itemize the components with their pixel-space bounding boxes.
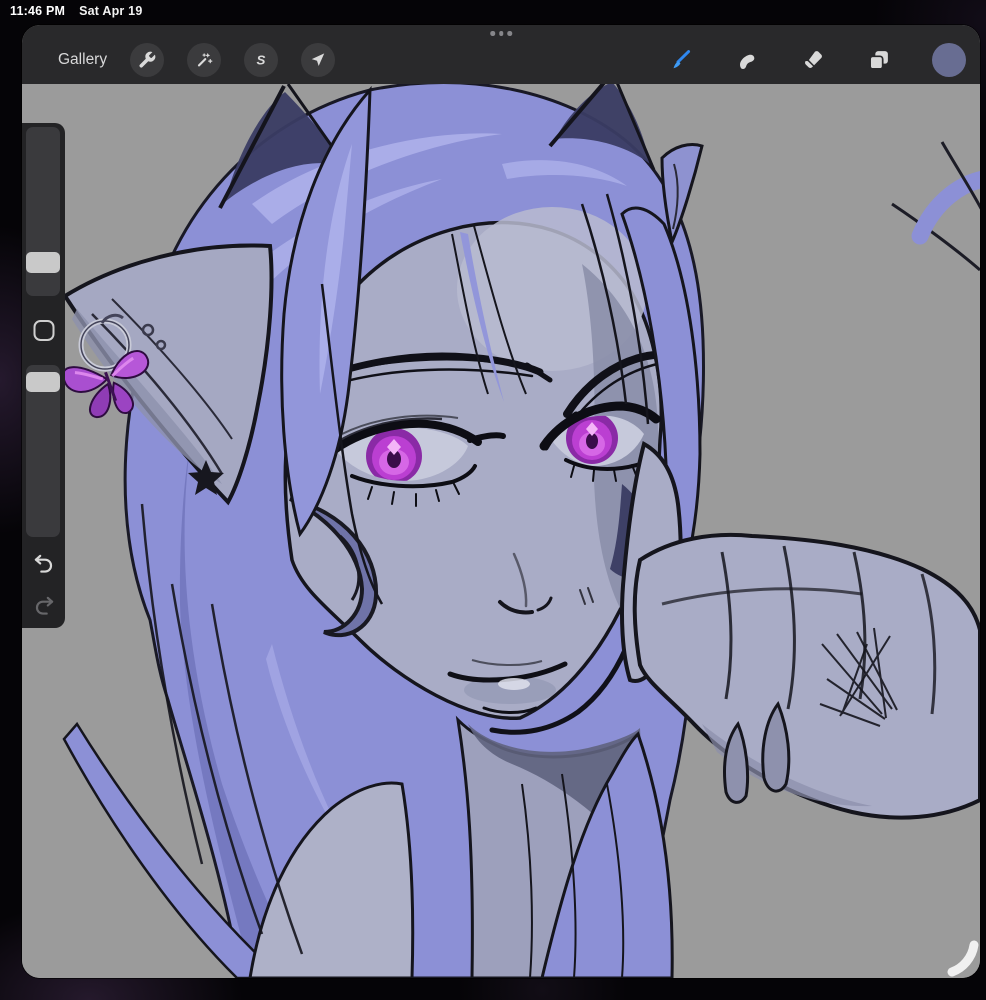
- undo-button[interactable]: [31, 551, 57, 577]
- toolbar-right-group: [668, 42, 966, 77]
- actions-button[interactable]: [130, 42, 165, 77]
- procreate-window: Gallery S: [22, 25, 980, 978]
- status-date: Sat Apr 19: [79, 4, 143, 18]
- window-drag-handle[interactable]: [490, 31, 512, 36]
- opacity-handle[interactable]: [26, 372, 60, 392]
- ellipsis-icon: [498, 31, 504, 36]
- modify-button[interactable]: [33, 320, 54, 341]
- paint-button[interactable]: [668, 47, 694, 73]
- canvas-area: [22, 84, 980, 978]
- toolbar-left-group: Gallery S: [58, 42, 336, 77]
- undo-arrow-icon: [34, 554, 52, 573]
- top-toolbar: Gallery S: [22, 25, 980, 84]
- transform-arrow-icon: [311, 52, 325, 66]
- smudge-button[interactable]: [734, 47, 760, 73]
- ellipsis-icon: [507, 31, 512, 36]
- redo-arrow-icon: [35, 596, 53, 615]
- status-bar: 11:46 PM Sat Apr 19: [10, 4, 142, 18]
- gallery-button[interactable]: Gallery: [58, 51, 107, 69]
- layers-button[interactable]: [866, 47, 892, 73]
- transform-button[interactable]: [301, 42, 336, 77]
- wrench-icon: [139, 51, 156, 68]
- brush-size-handle[interactable]: [26, 252, 60, 273]
- redo-button[interactable]: [31, 593, 57, 619]
- eraser-icon: [805, 50, 822, 68]
- smudge-finger-icon: [740, 54, 755, 69]
- layers-icon: [869, 50, 888, 70]
- brush-icon: [673, 49, 691, 68]
- status-time: 11:46 PM: [10, 4, 66, 18]
- color-swatch[interactable]: [932, 42, 966, 77]
- selection-button[interactable]: S: [244, 42, 279, 77]
- selection-s-icon: S: [257, 52, 266, 67]
- adjustments-button[interactable]: [187, 42, 222, 77]
- erase-button[interactable]: [800, 47, 826, 73]
- svg-text:S: S: [257, 52, 266, 67]
- sidebar: [22, 123, 65, 628]
- ellipsis-icon: [490, 31, 495, 36]
- magic-wand-icon: [198, 52, 213, 66]
- artwork-canvas[interactable]: [22, 84, 980, 978]
